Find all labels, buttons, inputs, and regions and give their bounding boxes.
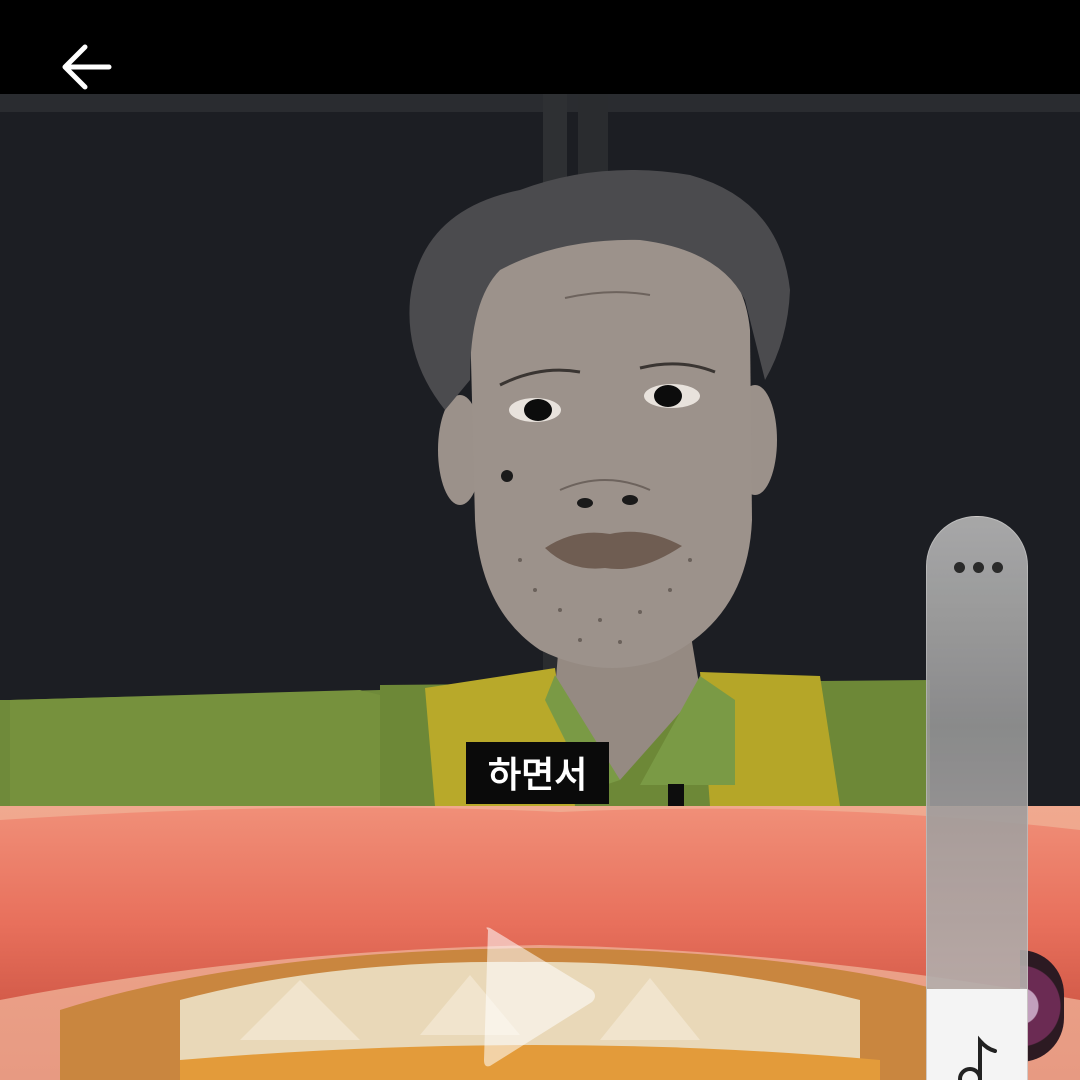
more-options-button[interactable] — [927, 547, 1027, 587]
music-note-icon — [958, 1035, 997, 1080]
video-frame-cartoon — [0, 94, 1080, 806]
video-player-top[interactable] — [0, 94, 1080, 806]
more-dots-icon — [953, 561, 965, 573]
play-icon[interactable] — [480, 922, 600, 1072]
more-dots-icon — [972, 561, 984, 573]
more-dots-icon — [991, 561, 1003, 573]
top-bar — [0, 0, 1080, 94]
music-button[interactable] — [927, 989, 1027, 1080]
arrow-left-icon — [62, 44, 112, 90]
side-panel[interactable] — [926, 516, 1028, 1080]
back-button[interactable] — [50, 30, 124, 104]
video-caption: 하면서 — [466, 742, 610, 804]
